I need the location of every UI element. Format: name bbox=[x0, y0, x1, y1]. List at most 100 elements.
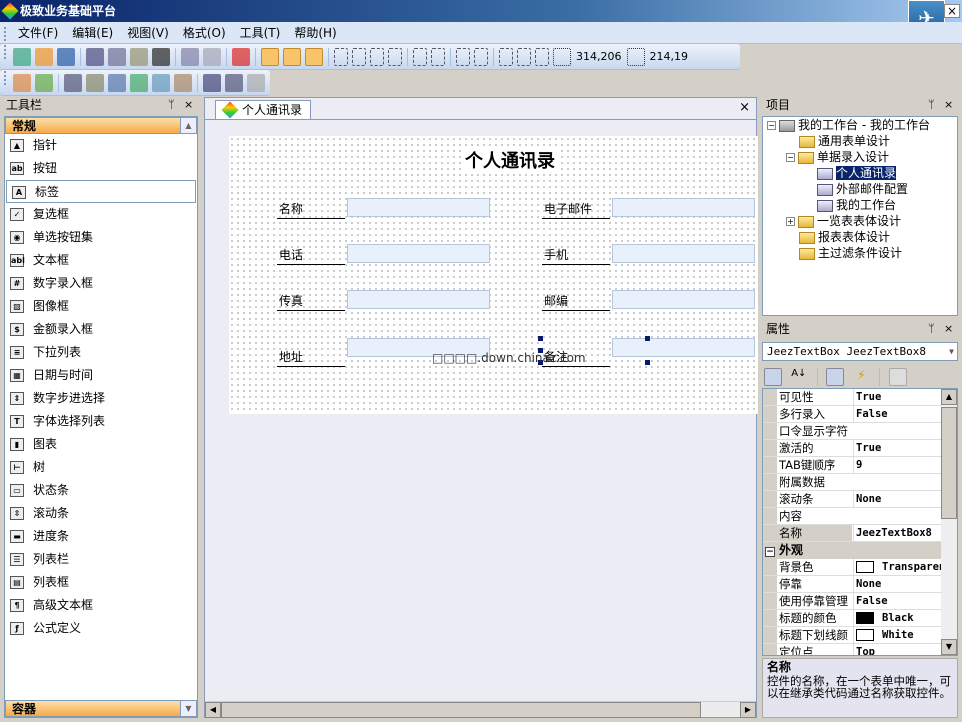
field-label[interactable]: 地址 bbox=[277, 348, 345, 367]
chevron-up-icon[interactable]: ▲ bbox=[180, 118, 196, 133]
property-value[interactable]: None bbox=[853, 491, 941, 507]
toolbox-item[interactable]: ¶ 高级文本框 bbox=[5, 594, 197, 617]
toolbox-item[interactable]: ▮ 图表 bbox=[5, 433, 197, 456]
property-value[interactable]: JeezTextBox8 bbox=[853, 525, 941, 541]
toolbox-item[interactable]: ▤ 列表框 bbox=[5, 571, 197, 594]
toolbox-item[interactable]: ▦ 日期与时间 bbox=[5, 364, 197, 387]
property-value[interactable]: False bbox=[853, 593, 941, 609]
open-icon[interactable] bbox=[35, 48, 53, 66]
property-value[interactable]: False bbox=[853, 406, 941, 422]
menu-item[interactable]: 视图(V) bbox=[120, 22, 176, 44]
toolbox-item[interactable]: ≡ 下拉列表 bbox=[5, 341, 197, 364]
tools-toggle-icon[interactable] bbox=[283, 48, 301, 66]
menu-item[interactable]: 编辑(E) bbox=[65, 22, 120, 44]
close-icon[interactable]: × bbox=[184, 96, 193, 114]
tree-node[interactable]: 我的工作台 bbox=[817, 197, 896, 213]
same-width-icon[interactable] bbox=[499, 48, 513, 66]
collapse-icon[interactable]: − bbox=[786, 153, 795, 162]
property-row[interactable]: 使用停靠管理 False bbox=[763, 593, 941, 610]
field-label[interactable]: 传真 bbox=[277, 292, 345, 311]
window-icon[interactable] bbox=[152, 74, 170, 92]
field-label[interactable]: 名称 bbox=[277, 200, 345, 219]
align-top-icon[interactable] bbox=[388, 48, 402, 66]
category-general[interactable]: 常规 ▲ bbox=[5, 117, 197, 134]
stop-icon[interactable] bbox=[232, 48, 250, 66]
property-row[interactable]: 标题的颜色 Black bbox=[763, 610, 941, 627]
chevron-down-icon[interactable]: ▼ bbox=[180, 701, 196, 716]
toolbox-item[interactable]: abl 文本框 bbox=[5, 249, 197, 272]
toolbox-item[interactable]: ▭ 状态条 bbox=[5, 479, 197, 502]
property-row[interactable]: 多行录入 False bbox=[763, 406, 941, 423]
property-row[interactable]: 背景色 Transparent bbox=[763, 559, 941, 576]
form-canvas[interactable]: 个人通讯录 名称 电话 传真 地址 电子邮件 手机 邮编 备注 □□□□.down.china… bbox=[229, 136, 758, 414]
field-input[interactable] bbox=[612, 290, 755, 309]
menu-item[interactable]: 格式(O) bbox=[176, 22, 233, 44]
toolbox-item[interactable]: ▬ 进度条 bbox=[5, 525, 197, 548]
property-value[interactable]: Top bbox=[853, 644, 941, 655]
close-tab-button[interactable]: × bbox=[739, 100, 750, 115]
toolbox-item[interactable]: ⊢ 树 bbox=[5, 456, 197, 479]
export-icon[interactable] bbox=[130, 74, 148, 92]
categorized-icon[interactable] bbox=[764, 368, 782, 386]
property-value[interactable]: Black bbox=[853, 610, 941, 626]
align-center-icon[interactable] bbox=[352, 48, 366, 66]
close-icon[interactable]: × bbox=[944, 96, 953, 114]
save-icon[interactable] bbox=[57, 48, 75, 66]
tree-node[interactable]: 外部邮件配置 bbox=[817, 181, 908, 197]
undo-icon[interactable] bbox=[181, 48, 199, 66]
scroll-right-icon[interactable]: ▶ bbox=[740, 702, 756, 718]
toolbox-item[interactable]: ◉ 单选按钮集 bbox=[5, 226, 197, 249]
delete-icon[interactable] bbox=[152, 48, 170, 66]
resize-handle[interactable] bbox=[645, 336, 650, 341]
property-row[interactable]: TAB键顺序 9 bbox=[763, 457, 941, 474]
menu-item[interactable]: 工具(T) bbox=[233, 22, 288, 44]
category-container[interactable]: 容器 ▼ bbox=[5, 700, 197, 717]
field-input[interactable] bbox=[612, 244, 755, 263]
property-row[interactable]: 附属数据 bbox=[763, 474, 941, 491]
toolbox-item[interactable]: ☰ 列表栏 bbox=[5, 548, 197, 571]
copy-form-icon[interactable] bbox=[203, 74, 221, 92]
toolbox-item[interactable]: ✓ 复选框 bbox=[5, 203, 197, 226]
sort-alpha-icon[interactable]: A↓ bbox=[790, 368, 808, 386]
scroll-left-icon[interactable]: ◀ bbox=[205, 702, 221, 718]
tree-node[interactable]: 主过滤条件设计 bbox=[799, 245, 902, 261]
menu-item[interactable]: 帮助(H) bbox=[287, 22, 343, 44]
toolbox-item[interactable]: T 字体选择列表 bbox=[5, 410, 197, 433]
align-bottom-icon[interactable] bbox=[431, 48, 445, 66]
toolbox-item[interactable]: $ 金额录入框 bbox=[5, 318, 197, 341]
pin-icon[interactable]: ᛘ bbox=[928, 320, 935, 338]
space-horizontal-icon[interactable] bbox=[456, 48, 470, 66]
tree-node[interactable]: 通用表单设计 bbox=[799, 133, 890, 149]
resize-handle[interactable] bbox=[538, 336, 543, 341]
toolbox-item[interactable]: A 标签 bbox=[6, 180, 196, 203]
property-value[interactable]: True bbox=[853, 389, 941, 405]
pin-icon[interactable]: ᛘ bbox=[928, 96, 935, 114]
menu-item[interactable]: 文件(F) bbox=[11, 22, 65, 44]
toolbox-item[interactable]: # 数字录入框 bbox=[5, 272, 197, 295]
field-input[interactable] bbox=[612, 338, 755, 357]
list-icon[interactable] bbox=[225, 74, 243, 92]
property-value[interactable]: True bbox=[853, 440, 941, 456]
property-group[interactable]: − 外观 bbox=[763, 542, 941, 559]
tree-node[interactable]: + 一览表表体设计 bbox=[786, 213, 901, 229]
property-value[interactable]: White bbox=[853, 627, 941, 643]
toolbox-item[interactable]: ⇕ 数字步进选择 bbox=[5, 387, 197, 410]
properties-icon[interactable] bbox=[826, 368, 845, 386]
tree-node[interactable]: − 单据录入设计 bbox=[786, 149, 889, 165]
toolbox-item[interactable]: ƒ 公式定义 bbox=[5, 617, 197, 640]
property-row[interactable]: 可见性 True bbox=[763, 389, 941, 406]
property-pages-icon[interactable] bbox=[888, 368, 907, 386]
property-row[interactable]: 滚动条 None bbox=[763, 491, 941, 508]
field-label[interactable]: 手机 bbox=[542, 246, 610, 265]
toolbox-item[interactable]: ▲ 指针 bbox=[5, 134, 197, 157]
field-input[interactable] bbox=[347, 198, 490, 217]
vertical-scrollbar[interactable]: ▲ ▼ bbox=[941, 389, 957, 655]
redo-icon[interactable] bbox=[203, 48, 221, 66]
field-label[interactable]: 电子邮件 bbox=[542, 200, 610, 219]
field-input[interactable] bbox=[347, 290, 490, 309]
collapse-icon[interactable]: − bbox=[767, 121, 776, 130]
users-icon[interactable] bbox=[35, 74, 53, 92]
settings-icon[interactable] bbox=[86, 74, 104, 92]
scroll-down-icon[interactable]: ▼ bbox=[941, 639, 957, 655]
scroll-thumb[interactable] bbox=[941, 407, 957, 519]
